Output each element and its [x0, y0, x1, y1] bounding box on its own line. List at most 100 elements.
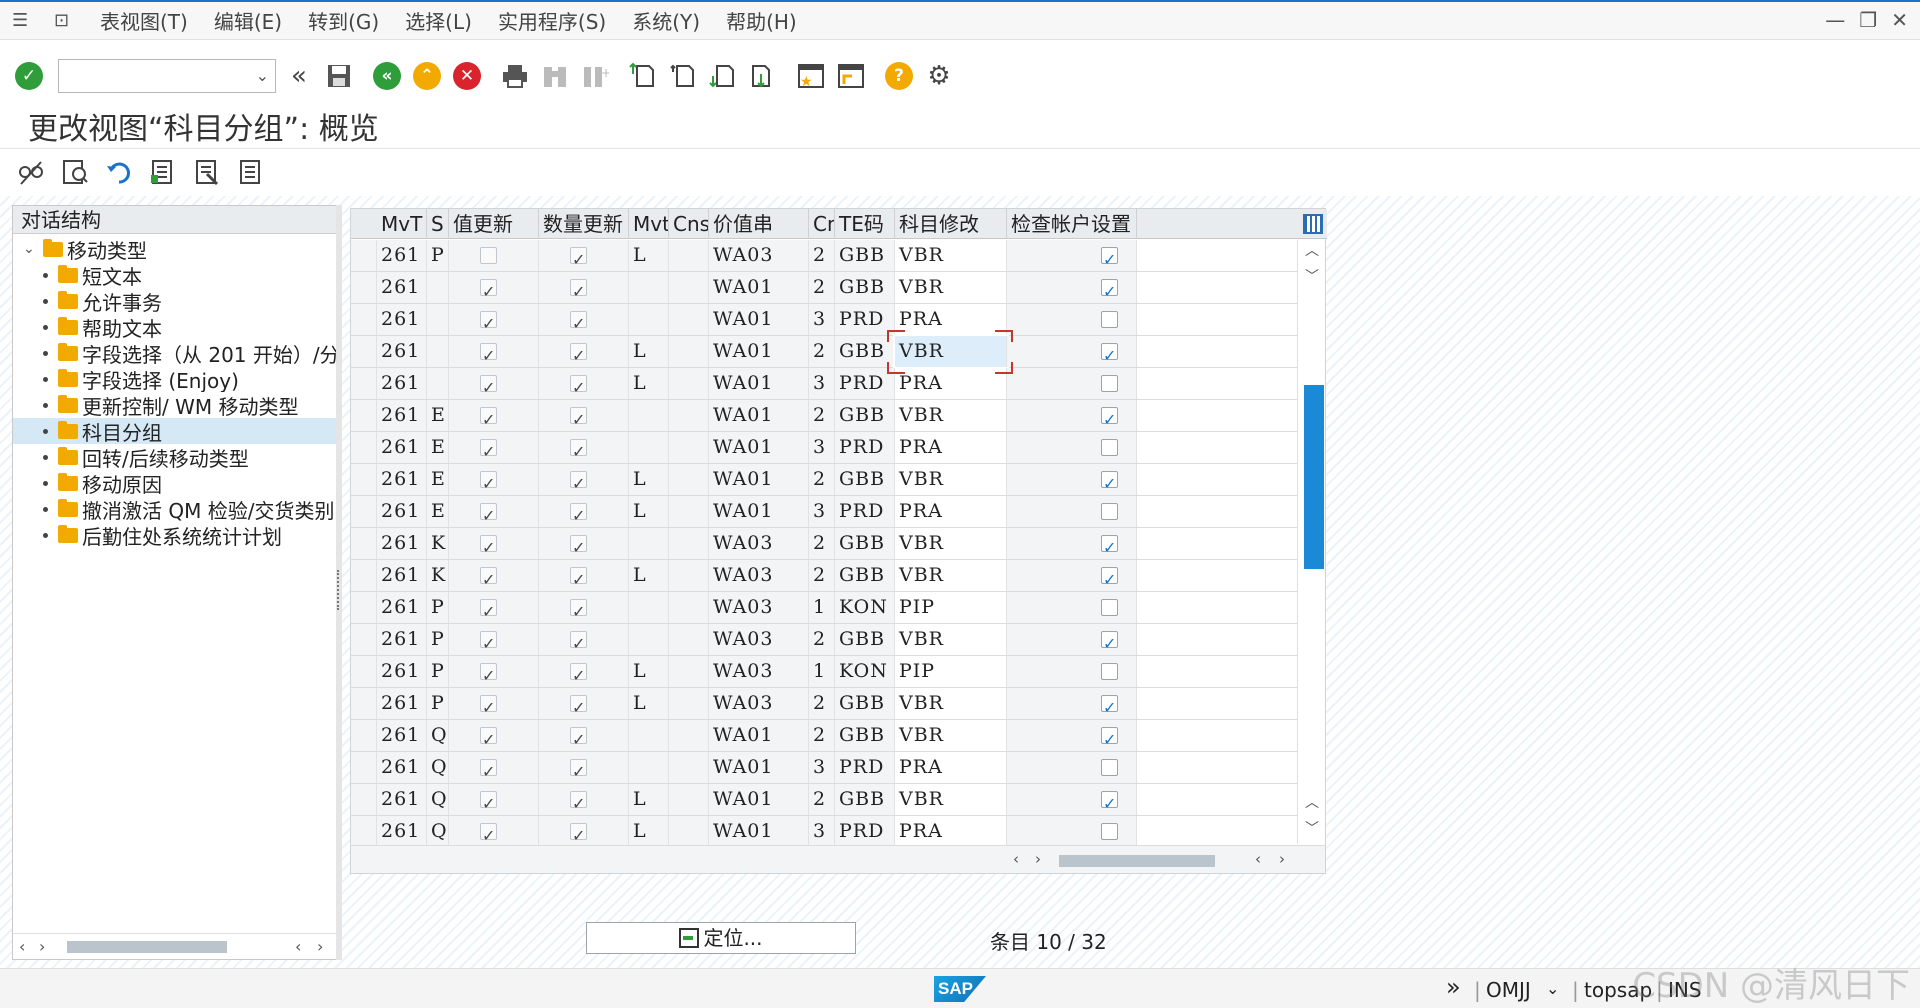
- display-change-button[interactable]: [14, 155, 48, 189]
- row-selector[interactable]: [351, 656, 377, 687]
- column-header[interactable]: TE码: [835, 209, 895, 239]
- table-row[interactable]: 261K L WA032GBBVBR: [351, 560, 1297, 592]
- print-button[interactable]: [498, 59, 532, 93]
- checked-checkbox[interactable]: [1101, 244, 1118, 271]
- cell-acc[interactable]: PRA: [895, 432, 1007, 463]
- tree-node[interactable]: 字段选择（从 201 开始）/分类: [13, 340, 336, 366]
- unchecked-checkbox[interactable]: [1101, 311, 1118, 328]
- save-button[interactable]: [322, 59, 356, 93]
- column-header[interactable]: Cns: [669, 209, 709, 239]
- find-next-button[interactable]: +: [578, 59, 612, 93]
- unchecked-checkbox[interactable]: [1101, 375, 1118, 392]
- customize-layout-button[interactable]: ⚙: [922, 59, 956, 93]
- row-selector[interactable]: [351, 624, 377, 655]
- splitter-grip[interactable]: [337, 570, 341, 610]
- tree-node[interactable]: 科目分组: [13, 418, 336, 444]
- menu-icon[interactable]: ☰: [12, 10, 36, 31]
- help-button[interactable]: ?: [882, 59, 916, 93]
- checked-checkbox[interactable]: [1101, 404, 1118, 431]
- column-header[interactable]: Mvt: [629, 209, 669, 239]
- table-row[interactable]: 261E L WA012GBBVBR: [351, 464, 1297, 496]
- table-settings-icon[interactable]: [1303, 214, 1323, 234]
- menu-item[interactable]: 选择(L): [405, 6, 472, 35]
- cancel-button[interactable]: ✕: [450, 59, 484, 93]
- column-header[interactable]: 数量更新: [539, 209, 629, 239]
- scrollbar-thumb[interactable]: [67, 941, 227, 953]
- focused-cell-acc[interactable]: VBR: [893, 334, 1009, 369]
- first-page-button[interactable]: [626, 59, 660, 93]
- table-row[interactable]: 261 WA012GBBVBR: [351, 272, 1297, 304]
- table-row[interactable]: 261 L WA012GBBVBR: [351, 334, 1297, 369]
- table-row[interactable]: 261P L WA031KONPIP: [351, 656, 1297, 688]
- tree-node[interactable]: 回转/后续移动类型: [13, 444, 336, 470]
- tree-node[interactable]: 允许事务: [13, 288, 336, 314]
- checked-checkbox[interactable]: [1101, 340, 1118, 367]
- row-selector[interactable]: [351, 432, 377, 463]
- collapse-command-button[interactable]: «: [282, 59, 316, 93]
- unchecked-checkbox[interactable]: [1101, 759, 1118, 776]
- new-session-button[interactable]: ★: [794, 59, 828, 93]
- row-selector[interactable]: [351, 688, 377, 719]
- row-selector[interactable]: [351, 816, 377, 847]
- column-header[interactable]: MvT: [351, 209, 427, 239]
- shortcut-button[interactable]: [834, 59, 868, 93]
- chevron-up-icon[interactable]: ︿: [1305, 240, 1319, 260]
- table-row[interactable]: 261P L WA032GBBVBR: [351, 688, 1297, 720]
- menu-item[interactable]: 实用程序(S): [498, 6, 606, 35]
- menu-item[interactable]: 帮助(H): [726, 6, 797, 35]
- row-selector[interactable]: [351, 592, 377, 623]
- unchecked-checkbox[interactable]: [1101, 663, 1118, 680]
- personalize-icon[interactable]: ⊡: [54, 10, 78, 31]
- tree-node[interactable]: 撤消激活 QM 检验/交货类别: [13, 496, 336, 522]
- select-block-button[interactable]: [190, 155, 224, 189]
- cell-acc[interactable]: VBR: [895, 624, 1007, 655]
- tree-node[interactable]: 帮助文本: [13, 314, 336, 340]
- cell-acc[interactable]: PRA: [895, 816, 1007, 847]
- row-selector[interactable]: [351, 336, 377, 367]
- table-row[interactable]: 261Q WA012GBBVBR: [351, 720, 1297, 752]
- chevron-left-icon[interactable]: ‹: [19, 937, 25, 956]
- row-selector[interactable]: [351, 720, 377, 751]
- cell-acc[interactable]: PRA: [895, 752, 1007, 783]
- cell-acc[interactable]: VBR: [895, 464, 1007, 495]
- row-selector[interactable]: [351, 784, 377, 815]
- double-chevron-right-icon[interactable]: »: [1446, 973, 1461, 1001]
- checked-checkbox[interactable]: [1101, 724, 1118, 751]
- back-button[interactable]: «: [370, 59, 404, 93]
- checked-checkbox[interactable]: [1101, 532, 1118, 559]
- unchecked-checkbox[interactable]: [1101, 503, 1118, 520]
- checked-checkbox[interactable]: [1101, 564, 1118, 591]
- column-header[interactable]: S: [427, 209, 449, 239]
- menu-item[interactable]: 表视图(T): [100, 6, 188, 35]
- row-selector[interactable]: [351, 304, 377, 335]
- tree-node[interactable]: 字段选择 (Enjoy): [13, 366, 336, 392]
- minimize-icon[interactable]: —: [1825, 8, 1845, 32]
- position-button[interactable]: 定位...: [586, 922, 856, 954]
- cell-acc[interactable]: PRA: [895, 304, 1007, 335]
- chevron-left-icon[interactable]: ‹: [1255, 850, 1261, 868]
- exit-button[interactable]: ⌃: [410, 59, 444, 93]
- next-page-button[interactable]: [706, 59, 740, 93]
- tree-horizontal-scrollbar[interactable]: ‹ › ‹ ›: [13, 933, 336, 959]
- chevron-down-icon[interactable]: ﹀: [1305, 266, 1319, 286]
- table-row[interactable]: 261P WA032GBBVBR: [351, 624, 1297, 656]
- row-selector[interactable]: [351, 560, 377, 591]
- new-entries-button[interactable]: [58, 155, 92, 189]
- scrollbar-thumb[interactable]: [1059, 855, 1215, 867]
- checked-checkbox[interactable]: [1101, 628, 1118, 655]
- unchecked-checkbox[interactable]: [1101, 823, 1118, 840]
- checked-checkbox[interactable]: [1101, 276, 1118, 303]
- chevron-right-icon[interactable]: ›: [1035, 850, 1041, 868]
- chevron-left-icon[interactable]: ‹: [295, 937, 301, 956]
- checked-checkbox[interactable]: [1101, 468, 1118, 495]
- table-row[interactable]: 261P L WA032GBBVBR: [351, 240, 1297, 272]
- unchecked-checkbox[interactable]: [1101, 439, 1118, 456]
- row-selector[interactable]: [351, 240, 377, 271]
- deselect-all-button[interactable]: [234, 155, 268, 189]
- table-row[interactable]: 261Q L WA012GBBVBR: [351, 784, 1297, 816]
- panel-splitter[interactable]: [336, 205, 342, 960]
- row-selector[interactable]: [351, 528, 377, 559]
- menu-item[interactable]: 系统(Y): [632, 6, 700, 35]
- cell-acc[interactable]: VBR: [895, 272, 1007, 303]
- column-header[interactable]: Cn: [809, 209, 835, 239]
